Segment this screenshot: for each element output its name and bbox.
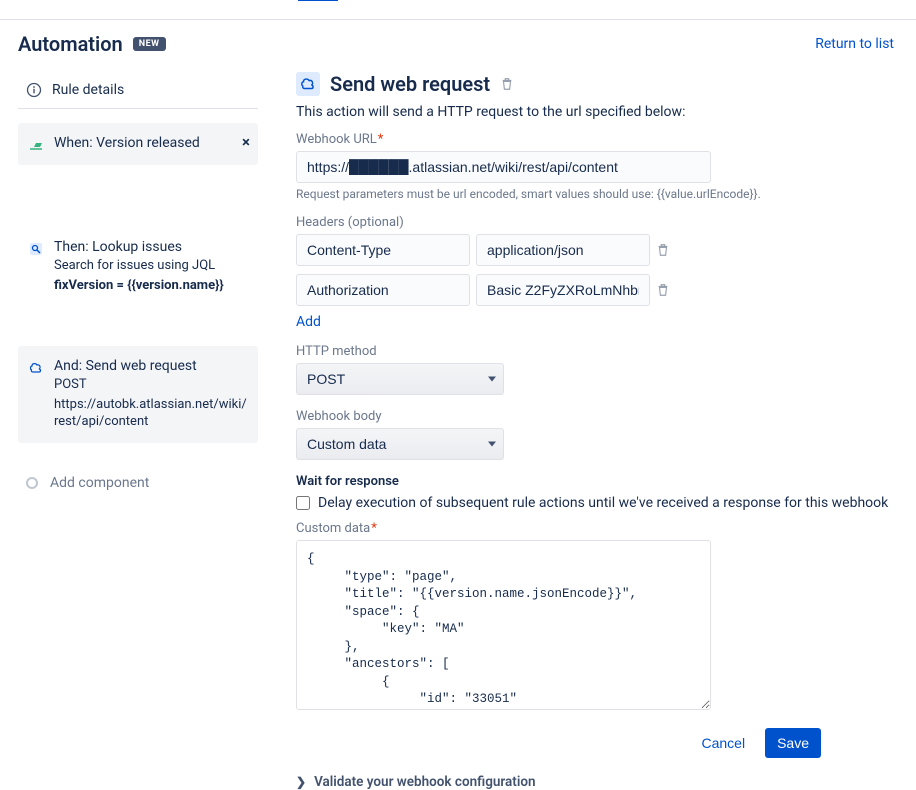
add-header-link[interactable]: Add: [296, 314, 321, 330]
step-and-method: POST: [54, 376, 248, 394]
header-key-input[interactable]: [296, 234, 470, 266]
webhook-url-input[interactable]: [296, 151, 711, 183]
webhook-url-hint: Request parameters must be url encoded, …: [296, 187, 898, 201]
header-row-1: [296, 274, 898, 306]
header-row-0: [296, 234, 898, 266]
step-and[interactable]: And: Send web request POST https://autob…: [18, 346, 258, 443]
step-then-title: Then: Lookup issues: [54, 239, 248, 255]
webhook-body-select[interactable]: Custom data: [296, 428, 504, 460]
http-method-label: HTTP method: [296, 344, 898, 359]
new-badge: NEW: [133, 37, 166, 51]
active-tab-indicator: [298, 0, 338, 1]
cancel-button[interactable]: Cancel: [689, 728, 757, 758]
webhook-body-label: Webhook body: [296, 409, 898, 424]
remove-header-button[interactable]: [656, 283, 670, 297]
header-value-input[interactable]: [476, 274, 650, 306]
save-button[interactable]: Save: [765, 728, 821, 758]
rule-details-link[interactable]: Rule details: [18, 74, 258, 109]
header-value-input[interactable]: [476, 234, 650, 266]
top-bar: [0, 0, 916, 20]
validate-webhook-toggle[interactable]: ❯ Validate your webhook configuration: [296, 774, 898, 790]
delay-execution-label: Delay execution of subsequent rule actio…: [318, 495, 888, 511]
page-title: Automation: [18, 32, 123, 56]
step-then-subtitle: Search for issues using JQL: [54, 257, 248, 275]
version-released-icon: [28, 137, 44, 153]
panel-title: Send web request: [330, 72, 490, 96]
step-when-title: When: Version released: [54, 135, 248, 151]
return-to-list-link[interactable]: Return to list: [815, 36, 894, 52]
rule-details-label: Rule details: [52, 82, 124, 98]
step-when[interactable]: When: Version released ×: [18, 123, 258, 165]
info-icon: [26, 82, 42, 98]
web-request-panel-icon: [296, 72, 320, 96]
step-and-title: And: Send web request: [54, 358, 248, 374]
step-then[interactable]: Then: Lookup issues Search for issues us…: [18, 227, 258, 306]
add-circle-icon: [26, 477, 38, 489]
header: Automation NEW Return to list: [0, 20, 916, 64]
panel-description: This action will send a HTTP request to …: [296, 104, 898, 120]
sidebar: Rule details When: Version released × Th…: [18, 64, 258, 790]
remove-header-button[interactable]: [656, 243, 670, 257]
header-key-input[interactable]: [296, 274, 470, 306]
web-request-icon: [28, 360, 44, 376]
delete-action-button[interactable]: [500, 77, 514, 91]
add-component-button[interactable]: Add component: [18, 463, 258, 503]
webhook-url-label: Webhook URL: [296, 132, 898, 147]
headers-label: Headers (optional): [296, 215, 898, 230]
delay-execution-checkbox[interactable]: [296, 496, 310, 510]
custom-data-label: Custom data: [296, 521, 898, 536]
wait-for-response-heading: Wait for response: [296, 474, 898, 489]
http-method-select[interactable]: POST: [296, 363, 504, 395]
validate-label: Validate your webhook configuration: [314, 774, 535, 790]
add-component-label: Add component: [50, 475, 149, 491]
remove-step-button[interactable]: ×: [242, 133, 250, 151]
lookup-issues-icon: [28, 241, 44, 257]
step-then-detail: fixVersion = {{version.name}}: [54, 277, 248, 295]
config-panel: Send web request This action will send a…: [296, 64, 898, 790]
custom-data-textarea[interactable]: [296, 540, 711, 710]
step-and-url: https://autobk.atlassian.net/wiki/rest/a…: [54, 396, 248, 431]
